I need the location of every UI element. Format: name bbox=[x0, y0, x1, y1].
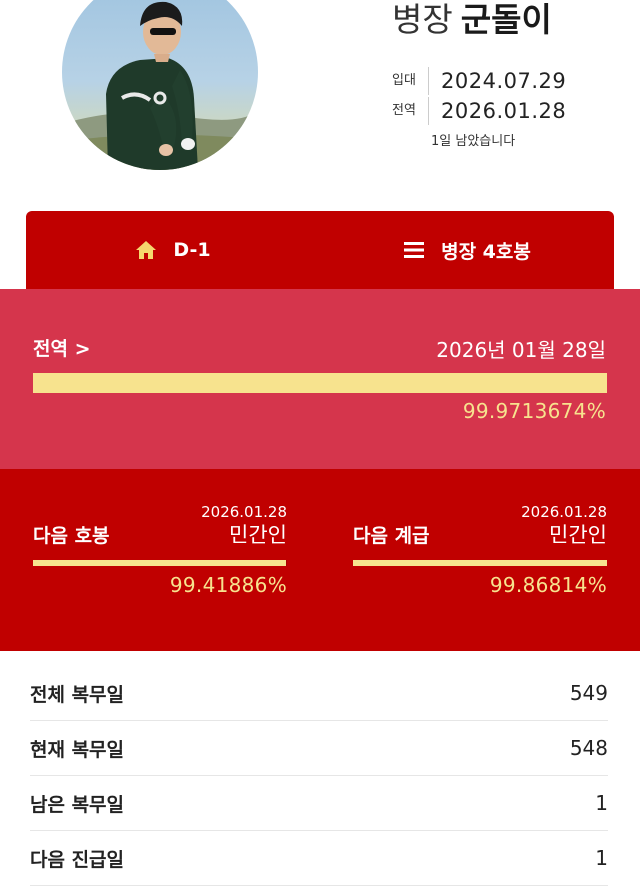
stat-value: 1 bbox=[595, 791, 608, 815]
stat-value: 549 bbox=[569, 681, 608, 705]
stat-value: 1 bbox=[595, 846, 608, 870]
next-pay-step-percent: 99.41886% bbox=[169, 573, 287, 597]
next-rank-title: 다음 계급 bbox=[353, 525, 430, 547]
service-stats-list: 전체 복무일 549 현재 복무일 548 남은 복무일 1 다음 진급일 1 bbox=[30, 666, 608, 886]
discharge-progress-fill bbox=[33, 373, 607, 393]
discharge-link[interactable]: 전역 > bbox=[33, 334, 91, 361]
next-rank-card[interactable]: 2026.01.28 다음 계급 민간인 99.86814% bbox=[353, 469, 607, 651]
stat-row: 남은 복무일 1 bbox=[30, 776, 608, 831]
discharge-row: 전역 2026.01.28 bbox=[392, 96, 566, 126]
nickname-text: 군돌이 bbox=[460, 0, 552, 39]
tab-rank-step-label: 병장 4호봉 bbox=[441, 240, 531, 263]
rank-text: 병장 bbox=[392, 0, 453, 39]
summary-tabs: D-1 병장 4호봉 bbox=[26, 211, 614, 289]
enlist-row: 입대 2024.07.29 bbox=[392, 66, 566, 96]
remaining-days-text: 1일 남았습니다 bbox=[431, 134, 516, 149]
tab-rank-step[interactable]: 병장 4호봉 bbox=[320, 211, 614, 289]
stat-value: 548 bbox=[569, 736, 608, 760]
profile-photo[interactable] bbox=[62, 0, 258, 170]
discharge-full-date: 2026년 01월 28일 bbox=[436, 338, 606, 362]
next-pay-step-bar bbox=[33, 560, 287, 566]
next-pay-step-title: 다음 호봉 bbox=[33, 525, 110, 547]
discharge-date: 2026.01.28 bbox=[441, 99, 567, 123]
discharge-progress-panel: 전역 > 2026년 01월 28일 99.9713674% bbox=[0, 289, 640, 469]
stat-row: 현재 복무일 548 bbox=[30, 721, 608, 776]
stat-label: 남은 복무일 bbox=[30, 793, 125, 816]
next-rank-bar bbox=[353, 560, 607, 566]
stat-row: 다음 진급일 1 bbox=[30, 831, 608, 886]
tab-d-day[interactable]: D-1 bbox=[26, 211, 320, 289]
menu-icon bbox=[403, 240, 425, 260]
stat-row: 전체 복무일 549 bbox=[30, 666, 608, 721]
service-dates: 입대 2024.07.29 전역 2026.01.28 bbox=[392, 66, 566, 126]
discharge-label: 전역 bbox=[392, 97, 429, 125]
enlist-label: 입대 bbox=[392, 67, 429, 95]
enlist-date: 2024.07.29 bbox=[441, 69, 567, 93]
next-pay-step-card[interactable]: 2026.01.28 다음 호봉 민간인 99.41886% bbox=[33, 469, 287, 651]
next-pay-step-fill bbox=[33, 560, 286, 566]
next-rank-fill bbox=[353, 560, 607, 566]
user-title: 병장 군돌이 bbox=[392, 0, 552, 40]
stat-label: 현재 복무일 bbox=[30, 738, 125, 761]
next-pay-step-name: 민간인 bbox=[229, 523, 287, 547]
discharge-percent: 99.9713674% bbox=[462, 399, 606, 423]
next-rank-name: 민간인 bbox=[549, 523, 607, 547]
stat-label: 전체 복무일 bbox=[30, 683, 125, 706]
next-rank-percent: 99.86814% bbox=[489, 573, 607, 597]
stat-label: 다음 진급일 bbox=[30, 848, 125, 871]
tab-d-day-label: D-1 bbox=[173, 239, 211, 261]
discharge-progress-bar bbox=[33, 373, 607, 393]
next-milestones-panel: 2026.01.28 다음 호봉 민간인 99.41886% 2026.01.2… bbox=[0, 469, 640, 651]
home-icon bbox=[135, 239, 157, 261]
